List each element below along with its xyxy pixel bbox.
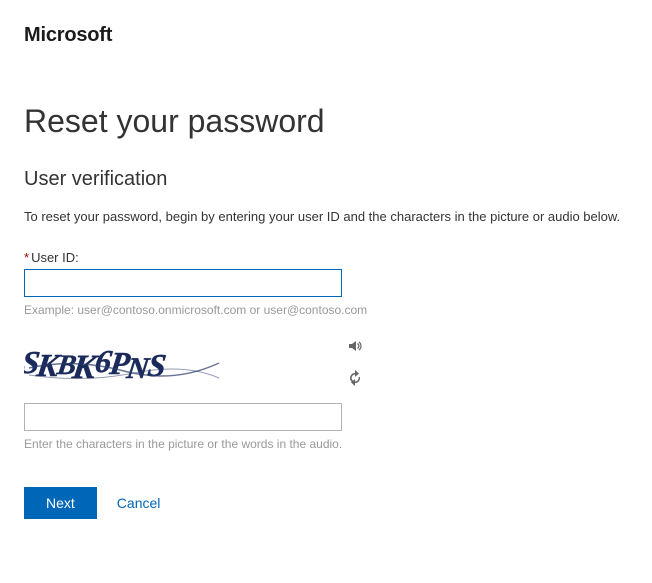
brand-logo: Microsoft bbox=[24, 24, 628, 47]
captcha-controls bbox=[346, 333, 364, 387]
audio-icon[interactable] bbox=[346, 337, 364, 355]
refresh-icon[interactable] bbox=[346, 369, 364, 387]
captcha-image: SKBK6PNS bbox=[24, 333, 224, 393]
page-title: Reset your password bbox=[24, 103, 628, 140]
captcha-input[interactable] bbox=[24, 403, 342, 431]
next-button[interactable]: Next bbox=[24, 487, 97, 519]
user-id-label-row: *User ID: bbox=[24, 250, 628, 265]
button-row: Next Cancel bbox=[24, 487, 628, 519]
required-asterisk: * bbox=[24, 250, 29, 265]
user-id-example: Example: user@contoso.onmicrosoft.com or… bbox=[24, 303, 628, 317]
captcha-svg: SKBK6PNS bbox=[24, 333, 224, 393]
captcha-row: SKBK6PNS bbox=[24, 333, 364, 393]
instruction-text: To reset your password, begin by enterin… bbox=[24, 209, 628, 224]
cancel-button[interactable]: Cancel bbox=[117, 495, 161, 511]
user-id-label: User ID: bbox=[31, 250, 79, 265]
user-id-input[interactable] bbox=[24, 269, 342, 297]
subheading-user-verification: User verification bbox=[24, 168, 628, 191]
captcha-hint: Enter the characters in the picture or t… bbox=[24, 437, 628, 451]
